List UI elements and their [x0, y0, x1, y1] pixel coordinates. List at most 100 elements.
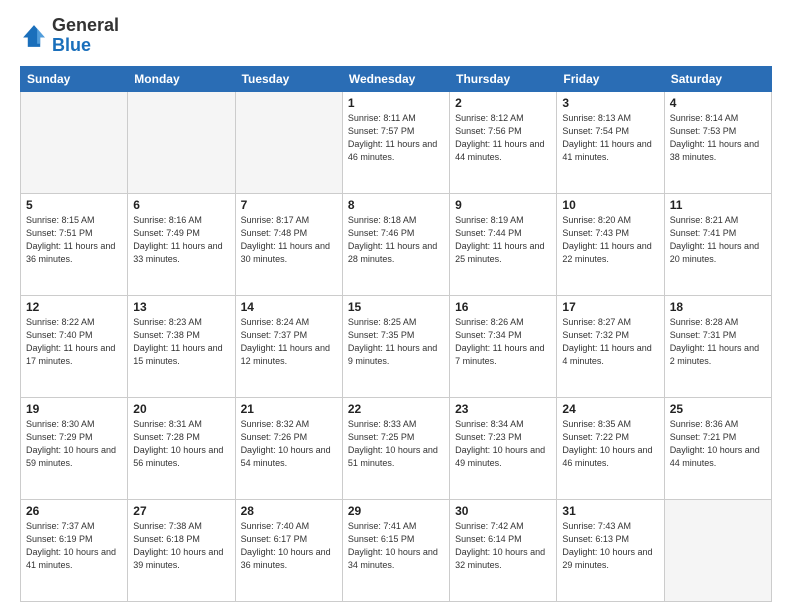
weekday-saturday: Saturday: [664, 66, 771, 91]
calendar-cell: 1 Sunrise: 8:11 AMSunset: 7:57 PMDayligh…: [342, 91, 449, 193]
day-number: 13: [133, 300, 229, 314]
day-info: Sunrise: 8:23 AMSunset: 7:38 PMDaylight:…: [133, 316, 229, 368]
calendar-cell: 28 Sunrise: 7:40 AMSunset: 6:17 PMDaylig…: [235, 499, 342, 601]
calendar-cell: 26 Sunrise: 7:37 AMSunset: 6:19 PMDaylig…: [21, 499, 128, 601]
day-info: Sunrise: 8:21 AMSunset: 7:41 PMDaylight:…: [670, 214, 766, 266]
calendar-cell: 15 Sunrise: 8:25 AMSunset: 7:35 PMDaylig…: [342, 295, 449, 397]
day-number: 20: [133, 402, 229, 416]
day-info: Sunrise: 8:17 AMSunset: 7:48 PMDaylight:…: [241, 214, 337, 266]
day-number: 4: [670, 96, 766, 110]
day-info: Sunrise: 7:38 AMSunset: 6:18 PMDaylight:…: [133, 520, 229, 572]
calendar-cell: 21 Sunrise: 8:32 AMSunset: 7:26 PMDaylig…: [235, 397, 342, 499]
day-info: Sunrise: 7:40 AMSunset: 6:17 PMDaylight:…: [241, 520, 337, 572]
week-row-4: 26 Sunrise: 7:37 AMSunset: 6:19 PMDaylig…: [21, 499, 772, 601]
calendar-cell: 12 Sunrise: 8:22 AMSunset: 7:40 PMDaylig…: [21, 295, 128, 397]
calendar-cell: 23 Sunrise: 8:34 AMSunset: 7:23 PMDaylig…: [450, 397, 557, 499]
day-info: Sunrise: 8:34 AMSunset: 7:23 PMDaylight:…: [455, 418, 551, 470]
calendar-cell: 4 Sunrise: 8:14 AMSunset: 7:53 PMDayligh…: [664, 91, 771, 193]
day-number: 8: [348, 198, 444, 212]
calendar-cell: 27 Sunrise: 7:38 AMSunset: 6:18 PMDaylig…: [128, 499, 235, 601]
calendar-cell: 20 Sunrise: 8:31 AMSunset: 7:28 PMDaylig…: [128, 397, 235, 499]
day-info: Sunrise: 8:18 AMSunset: 7:46 PMDaylight:…: [348, 214, 444, 266]
calendar-cell: 3 Sunrise: 8:13 AMSunset: 7:54 PMDayligh…: [557, 91, 664, 193]
weekday-thursday: Thursday: [450, 66, 557, 91]
calendar-table: SundayMondayTuesdayWednesdayThursdayFrid…: [20, 66, 772, 602]
day-info: Sunrise: 8:22 AMSunset: 7:40 PMDaylight:…: [26, 316, 122, 368]
calendar-cell: 14 Sunrise: 8:24 AMSunset: 7:37 PMDaylig…: [235, 295, 342, 397]
day-info: Sunrise: 7:43 AMSunset: 6:13 PMDaylight:…: [562, 520, 658, 572]
calendar-cell: 18 Sunrise: 8:28 AMSunset: 7:31 PMDaylig…: [664, 295, 771, 397]
week-row-2: 12 Sunrise: 8:22 AMSunset: 7:40 PMDaylig…: [21, 295, 772, 397]
day-number: 17: [562, 300, 658, 314]
day-info: Sunrise: 8:11 AMSunset: 7:57 PMDaylight:…: [348, 112, 444, 164]
day-info: Sunrise: 8:28 AMSunset: 7:31 PMDaylight:…: [670, 316, 766, 368]
day-info: Sunrise: 8:32 AMSunset: 7:26 PMDaylight:…: [241, 418, 337, 470]
day-number: 16: [455, 300, 551, 314]
day-number: 30: [455, 504, 551, 518]
day-info: Sunrise: 8:13 AMSunset: 7:54 PMDaylight:…: [562, 112, 658, 164]
logo-icon: [20, 22, 48, 50]
calendar-cell: 2 Sunrise: 8:12 AMSunset: 7:56 PMDayligh…: [450, 91, 557, 193]
day-number: 26: [26, 504, 122, 518]
day-info: Sunrise: 8:30 AMSunset: 7:29 PMDaylight:…: [26, 418, 122, 470]
logo-general: General: [52, 15, 119, 35]
day-info: Sunrise: 8:12 AMSunset: 7:56 PMDaylight:…: [455, 112, 551, 164]
day-number: 6: [133, 198, 229, 212]
day-number: 11: [670, 198, 766, 212]
calendar-cell: 19 Sunrise: 8:30 AMSunset: 7:29 PMDaylig…: [21, 397, 128, 499]
week-row-0: 1 Sunrise: 8:11 AMSunset: 7:57 PMDayligh…: [21, 91, 772, 193]
day-info: Sunrise: 8:33 AMSunset: 7:25 PMDaylight:…: [348, 418, 444, 470]
weekday-tuesday: Tuesday: [235, 66, 342, 91]
week-row-3: 19 Sunrise: 8:30 AMSunset: 7:29 PMDaylig…: [21, 397, 772, 499]
day-info: Sunrise: 8:25 AMSunset: 7:35 PMDaylight:…: [348, 316, 444, 368]
calendar-cell: 29 Sunrise: 7:41 AMSunset: 6:15 PMDaylig…: [342, 499, 449, 601]
day-number: 12: [26, 300, 122, 314]
day-info: Sunrise: 8:19 AMSunset: 7:44 PMDaylight:…: [455, 214, 551, 266]
day-number: 28: [241, 504, 337, 518]
calendar-cell: 13 Sunrise: 8:23 AMSunset: 7:38 PMDaylig…: [128, 295, 235, 397]
weekday-wednesday: Wednesday: [342, 66, 449, 91]
calendar-cell: 24 Sunrise: 8:35 AMSunset: 7:22 PMDaylig…: [557, 397, 664, 499]
week-row-1: 5 Sunrise: 8:15 AMSunset: 7:51 PMDayligh…: [21, 193, 772, 295]
day-number: 1: [348, 96, 444, 110]
day-info: Sunrise: 8:14 AMSunset: 7:53 PMDaylight:…: [670, 112, 766, 164]
calendar-cell: 10 Sunrise: 8:20 AMSunset: 7:43 PMDaylig…: [557, 193, 664, 295]
weekday-monday: Monday: [128, 66, 235, 91]
calendar-cell: 30 Sunrise: 7:42 AMSunset: 6:14 PMDaylig…: [450, 499, 557, 601]
weekday-sunday: Sunday: [21, 66, 128, 91]
day-number: 19: [26, 402, 122, 416]
day-number: 21: [241, 402, 337, 416]
page: General Blue SundayMondayTuesdayWednesda…: [0, 0, 792, 612]
day-info: Sunrise: 7:41 AMSunset: 6:15 PMDaylight:…: [348, 520, 444, 572]
day-info: Sunrise: 8:15 AMSunset: 7:51 PMDaylight:…: [26, 214, 122, 266]
calendar-cell: 16 Sunrise: 8:26 AMSunset: 7:34 PMDaylig…: [450, 295, 557, 397]
calendar-cell: 11 Sunrise: 8:21 AMSunset: 7:41 PMDaylig…: [664, 193, 771, 295]
day-number: 25: [670, 402, 766, 416]
day-info: Sunrise: 8:31 AMSunset: 7:28 PMDaylight:…: [133, 418, 229, 470]
day-number: 2: [455, 96, 551, 110]
day-number: 5: [26, 198, 122, 212]
calendar-cell: 5 Sunrise: 8:15 AMSunset: 7:51 PMDayligh…: [21, 193, 128, 295]
day-info: Sunrise: 8:36 AMSunset: 7:21 PMDaylight:…: [670, 418, 766, 470]
day-info: Sunrise: 7:37 AMSunset: 6:19 PMDaylight:…: [26, 520, 122, 572]
calendar-cell: 25 Sunrise: 8:36 AMSunset: 7:21 PMDaylig…: [664, 397, 771, 499]
calendar-cell: 22 Sunrise: 8:33 AMSunset: 7:25 PMDaylig…: [342, 397, 449, 499]
day-info: Sunrise: 8:35 AMSunset: 7:22 PMDaylight:…: [562, 418, 658, 470]
weekday-header-row: SundayMondayTuesdayWednesdayThursdayFrid…: [21, 66, 772, 91]
calendar-cell: [128, 91, 235, 193]
logo-text: General Blue: [52, 16, 119, 56]
day-number: 3: [562, 96, 658, 110]
day-info: Sunrise: 7:42 AMSunset: 6:14 PMDaylight:…: [455, 520, 551, 572]
day-number: 18: [670, 300, 766, 314]
day-number: 23: [455, 402, 551, 416]
calendar-cell: [21, 91, 128, 193]
day-number: 9: [455, 198, 551, 212]
day-number: 22: [348, 402, 444, 416]
header: General Blue: [20, 16, 772, 56]
calendar-cell: [664, 499, 771, 601]
calendar-cell: 6 Sunrise: 8:16 AMSunset: 7:49 PMDayligh…: [128, 193, 235, 295]
logo-blue: Blue: [52, 35, 91, 55]
day-number: 15: [348, 300, 444, 314]
day-number: 14: [241, 300, 337, 314]
calendar-cell: 31 Sunrise: 7:43 AMSunset: 6:13 PMDaylig…: [557, 499, 664, 601]
